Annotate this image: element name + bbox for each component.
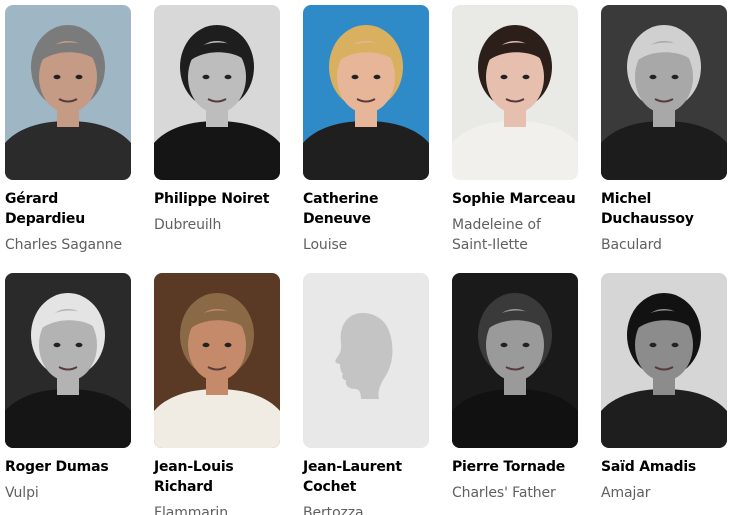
cast-card[interactable]: Sophie Marceau Madeleine of Saint-Ilette — [452, 5, 578, 255]
actor-name[interactable]: Gérard Depardieu — [5, 189, 131, 229]
cast-grid: Gérard Depardieu Charles Saganne Philipp… — [0, 0, 733, 515]
character-name: Bertozza — [303, 505, 364, 515]
headshot-image — [452, 273, 578, 448]
character-name: Vulpi — [5, 485, 39, 501]
actor-name[interactable]: Philippe Noiret — [154, 189, 280, 209]
cast-card[interactable]: Jean-Louis Richard Flammarin — [154, 273, 280, 515]
headshot-image — [452, 5, 578, 180]
person-silhouette-icon — [303, 273, 429, 448]
actor-name[interactable]: Michel Duchaussoy — [601, 189, 727, 229]
headshot-image — [5, 273, 131, 448]
cast-card[interactable]: Philippe Noiret Dubreuilh — [154, 5, 280, 235]
headshot-image — [601, 273, 727, 448]
headshot-image — [154, 5, 280, 180]
cast-card[interactable]: Saïd Amadis Amajar — [601, 273, 727, 503]
character-name: Charles' Father — [452, 485, 556, 501]
actor-photo[interactable] — [154, 273, 280, 448]
actor-photo-placeholder[interactable] — [303, 273, 429, 448]
cast-card[interactable]: Pierre Tornade Charles' Father — [452, 273, 578, 503]
cast-card[interactable]: Catherine Deneuve Louise — [303, 5, 429, 255]
actor-name[interactable]: Roger Dumas — [5, 457, 131, 477]
actor-name[interactable]: Jean-Laurent Cochet — [303, 457, 429, 497]
character-name: Madeleine of Saint-Ilette — [452, 217, 541, 253]
character-name: Dubreuilh — [154, 217, 222, 233]
actor-name[interactable]: Saïd Amadis — [601, 457, 727, 477]
character-name: Baculard — [601, 237, 662, 253]
cast-card[interactable]: Michel Duchaussoy Baculard — [601, 5, 727, 255]
actor-photo[interactable] — [601, 273, 727, 448]
headshot-image — [5, 5, 131, 180]
actor-photo[interactable] — [5, 5, 131, 180]
cast-card[interactable]: Roger Dumas Vulpi — [5, 273, 131, 503]
actor-name[interactable]: Sophie Marceau — [452, 189, 578, 209]
actor-photo[interactable] — [5, 273, 131, 448]
headshot-image — [154, 273, 280, 448]
actor-name[interactable]: Pierre Tornade — [452, 457, 578, 477]
cast-card[interactable]: Gérard Depardieu Charles Saganne — [5, 5, 131, 255]
cast-card[interactable]: Jean-Laurent Cochet Bertozza — [303, 273, 429, 515]
character-name: Louise — [303, 237, 348, 253]
headshot-image — [601, 5, 727, 180]
character-name: Charles Saganne — [5, 237, 123, 253]
actor-photo[interactable] — [452, 273, 578, 448]
character-name: Flammarin — [154, 505, 228, 515]
actor-name[interactable]: Jean-Louis Richard — [154, 457, 280, 497]
headshot-image — [303, 5, 429, 180]
character-name: Amajar — [601, 485, 651, 501]
actor-name[interactable]: Catherine Deneuve — [303, 189, 429, 229]
actor-photo[interactable] — [154, 5, 280, 180]
actor-photo[interactable] — [601, 5, 727, 180]
actor-photo[interactable] — [303, 5, 429, 180]
actor-photo[interactable] — [452, 5, 578, 180]
